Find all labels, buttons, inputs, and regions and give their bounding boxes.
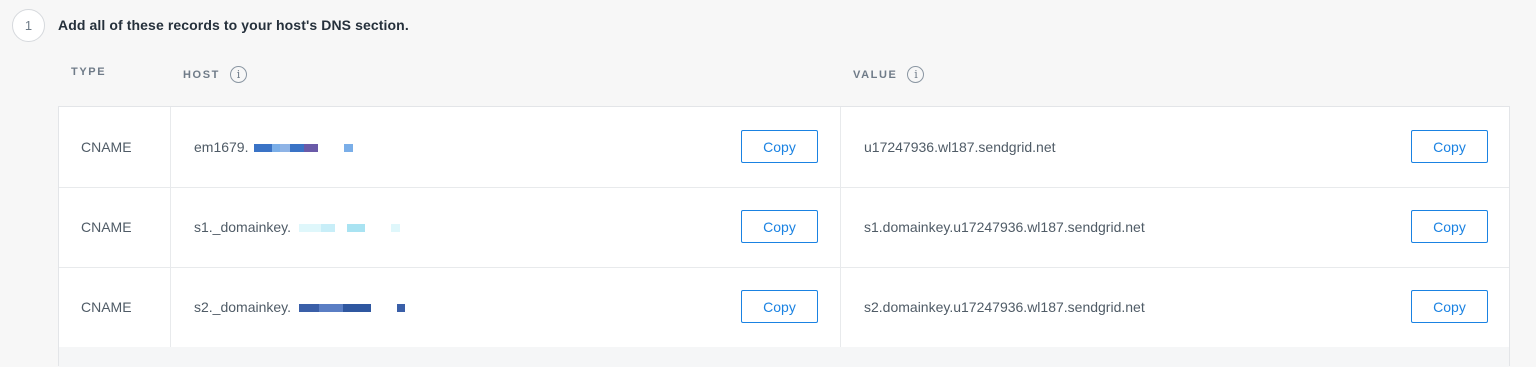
table-row: CNAME s2._domainkey. Copy s2.domainkey.u… (59, 267, 1509, 348)
copy-host-button[interactable]: Copy (741, 290, 818, 323)
redacted-domain (299, 219, 401, 235)
copy-host-button[interactable]: Copy (741, 130, 818, 163)
column-header-host-label: HOST (183, 68, 220, 81)
record-value: s1.domainkey.u17247936.wl187.sendgrid.ne… (864, 219, 1145, 235)
record-host: s1._domainkey. (194, 187, 401, 267)
record-host-text: em1679. (194, 139, 249, 155)
value-info-icon[interactable]: i (907, 66, 925, 83)
record-host: em1679. (194, 107, 354, 187)
record-host-text: s2._domainkey. (194, 299, 292, 315)
dns-records-table: CNAME em1679. Copy u17247936.wl187.sendg… (58, 106, 1510, 367)
copy-host-button[interactable]: Copy (741, 210, 818, 243)
table-row: CNAME s1._domainkey. Copy s1.domainkey.u… (59, 187, 1509, 268)
copy-value-button[interactable]: Copy (1411, 290, 1488, 323)
record-host: s2._domainkey. (194, 267, 406, 347)
step-number-badge: 1 (12, 9, 45, 42)
record-host-text: s1._domainkey. (194, 219, 292, 235)
record-type: CNAME (81, 139, 132, 155)
step-instruction: Add all of these records to your host's … (58, 17, 409, 33)
column-header-type-label: TYPE (71, 66, 107, 78)
record-type: CNAME (81, 299, 132, 315)
redacted-domain (299, 299, 406, 315)
column-header-value-label: VALUE (853, 68, 898, 81)
column-header-type: TYPE (71, 66, 106, 78)
copy-value-button[interactable]: Copy (1411, 130, 1488, 163)
step-number: 1 (24, 18, 33, 33)
record-value: s2.domainkey.u17247936.wl187.sendgrid.ne… (864, 299, 1145, 315)
redacted-domain (254, 139, 354, 155)
copy-value-button[interactable]: Copy (1411, 210, 1488, 243)
record-type: CNAME (81, 219, 132, 235)
table-row: CNAME em1679. Copy u17247936.wl187.sendg… (59, 107, 1509, 188)
record-value: u17247936.wl187.sendgrid.net (864, 139, 1056, 155)
host-info-icon[interactable]: i (229, 66, 247, 83)
table-footer (59, 347, 1509, 367)
column-header-value: VALUE i (853, 66, 925, 83)
column-header-host: HOST i (183, 66, 247, 83)
